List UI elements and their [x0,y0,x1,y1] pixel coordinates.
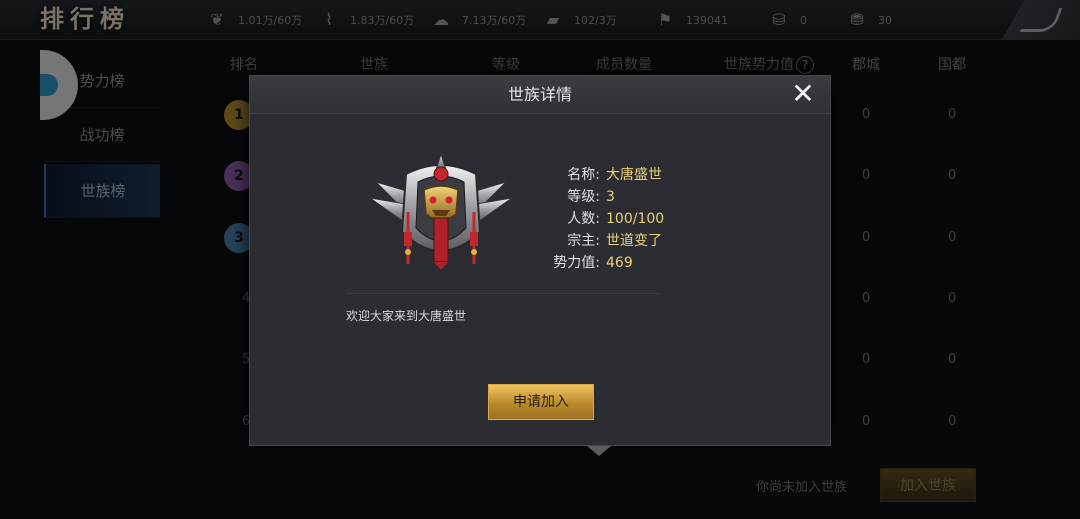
scroll-down-icon [587,446,611,456]
clan-motto: 欢迎大家来到大唐盛世 [346,309,467,323]
clan-info: 名称: 大唐盛世 等级: 3 人数: 100/100 宗主: 世道变了 势力值:… [534,164,734,274]
clan-level: 3 [606,189,615,205]
clan-name: 大唐盛世 [606,167,662,183]
info-label: 宗主: [567,233,600,249]
clan-emblem-icon [369,152,513,270]
clan-members: 100/100 [606,211,665,227]
dialog-title: 世族详情 [507,85,572,104]
info-label: 名称: [567,167,600,183]
clan-detail-dialog: 世族详情 ✕ 名称: 大唐盛世 等级: 3 人数: 100/100 宗主: 世道… [249,75,831,446]
info-label: 势力值: [553,255,600,271]
apply-join-button[interactable]: 申请加入 [488,384,594,420]
info-row-level: 等级: 3 [534,186,734,208]
clan-leader: 世道变了 [606,233,662,249]
dialog-header: 世族详情 ✕ [250,76,830,114]
close-icon[interactable]: ✕ [790,80,816,108]
info-row-leader: 宗主: 世道变了 [534,230,734,252]
divider [346,293,660,294]
info-row-members: 人数: 100/100 [534,208,734,230]
info-row-name: 名称: 大唐盛世 [534,164,734,186]
info-label: 等级: [567,189,600,205]
info-row-power: 势力值: 469 [534,252,734,274]
info-label: 人数: [567,211,600,227]
clan-power: 469 [606,255,633,271]
